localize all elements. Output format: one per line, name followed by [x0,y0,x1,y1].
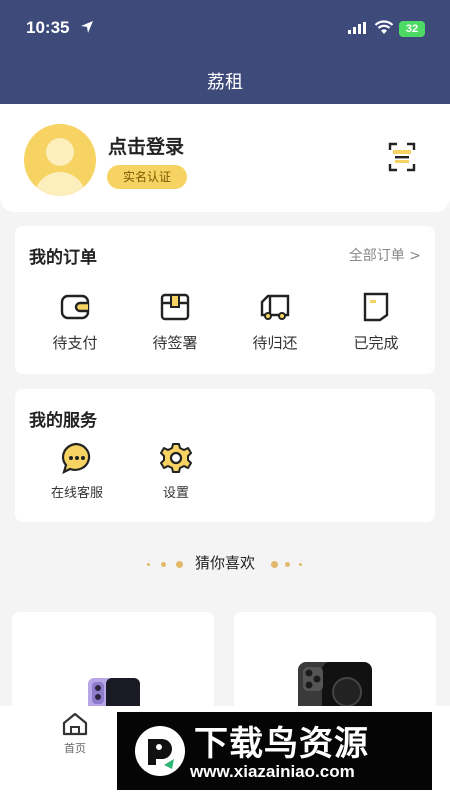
wifi-icon [374,20,394,34]
profile-card[interactable]: 点击登录 实名认证 [0,104,450,212]
bird-logo-icon [135,726,185,776]
chat-icon [61,442,91,474]
status-time: 10:35 [26,18,70,37]
all-orders-link[interactable]: 全部订单 > [349,245,421,265]
order-item-label: 待归还 [252,334,298,352]
login-link[interactable]: 点击登录 [108,132,184,159]
avatar-body [34,172,86,196]
tab-home-label[interactable]: 首页 [55,740,95,756]
services-card: 我的服务 在线客服 设置 [15,389,435,522]
cellular-signal-icon [348,22,366,34]
gear-icon [160,443,192,473]
battery-indicator: 32 [399,21,425,37]
order-item-label: 待签署 [152,334,198,352]
box-icon [160,293,190,321]
order-item-label: 已完成 [353,334,399,352]
recommend-title: 猜你喜欢 [194,554,255,572]
truck-icon [260,294,290,320]
watermark-title: 下载鸟资源 [194,724,369,764]
avatar-head [46,138,74,166]
verify-badge[interactable]: 实名认证 [107,165,187,189]
home-icon[interactable] [62,712,88,736]
order-item-label: 待支付 [52,334,98,352]
document-icon [363,292,389,322]
avatar[interactable] [24,124,96,196]
scan-icon[interactable] [388,142,416,172]
orders-card: 我的订单 全部订单 > 待支付 待签署 待归还 已完成 [15,226,435,374]
orders-title: 我的订单 [29,248,97,268]
page-title: 荔租 [207,72,243,93]
watermark-url: www.xiazainiao.com [190,762,355,781]
status-bar: 10:35 32 [0,0,450,56]
location-arrow-icon [81,21,93,33]
wallet-icon [60,294,90,320]
service-item-label: 设置 [162,486,189,501]
services-title: 我的服务 [29,411,97,431]
nav-bar: 荔租 [0,56,450,106]
service-item-label: 在线客服 [50,486,103,501]
